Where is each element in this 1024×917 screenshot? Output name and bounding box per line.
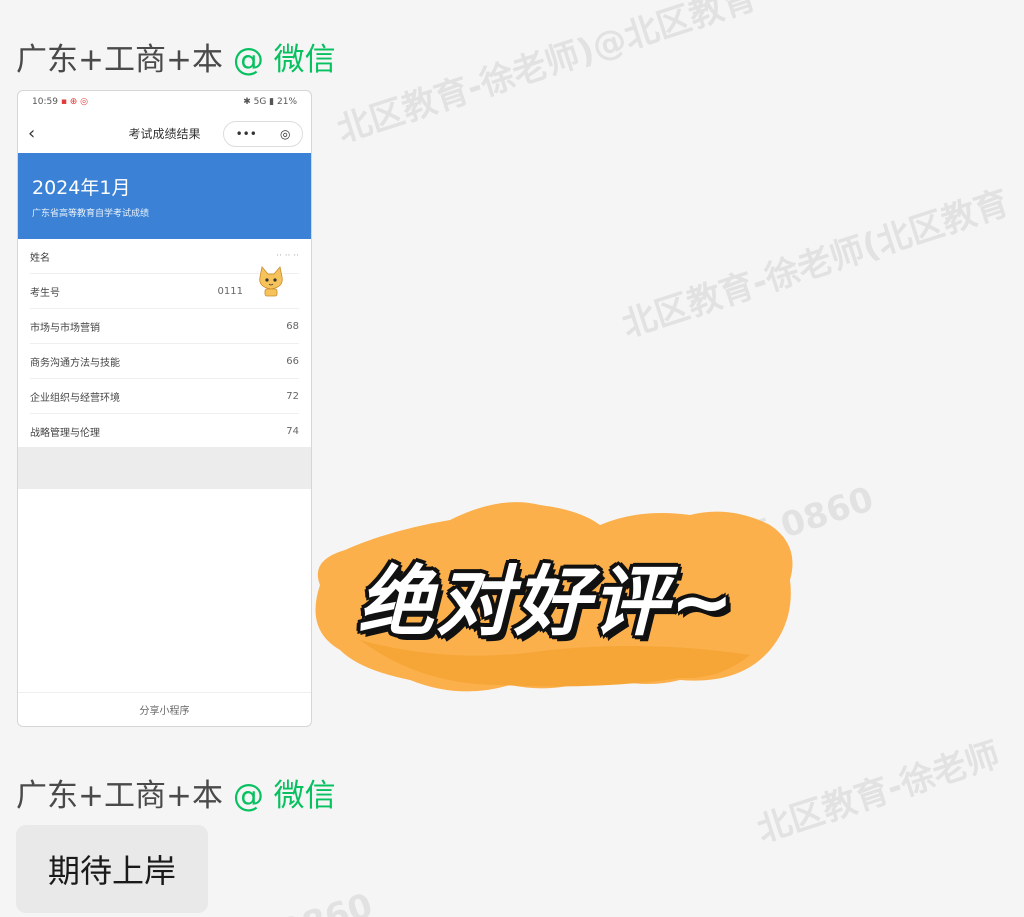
row-label: 市场与市场营销 [30, 322, 100, 334]
sender-name: 广东+工商+本 [16, 42, 223, 78]
row-value: 0111 [217, 285, 243, 297]
sticker-caption: 绝对好评~ [358, 557, 736, 646]
at-symbol: @ [232, 778, 264, 814]
share-mini-program-button: 分享小程序 [18, 692, 311, 726]
platform-label: 微信 [273, 778, 336, 814]
exam-banner: 2024年1月 广东省高等教育自学考试成绩 [18, 153, 311, 239]
row-value: ·· ·· ·· [276, 251, 299, 261]
row-label: 商务沟通方法与技能 [30, 357, 120, 369]
phone-nav-bar: ‹ 考试成绩结果 ••• ◎ [18, 113, 311, 153]
at-symbol: @ [232, 42, 264, 78]
row-label: 姓名 [30, 252, 50, 264]
row-value: 72 [286, 390, 299, 402]
close-circle-icon: ◎ [279, 127, 291, 141]
watermark: 北区教育-徐老师(北区教育 [617, 182, 1014, 346]
more-dots-icon: ••• [235, 127, 257, 141]
watermark: 北区教育-徐老师)@北区教育 [332, 0, 762, 151]
cat-mascot-icon [259, 266, 283, 297]
share-label: 分享小程序 [139, 706, 190, 717]
exam-date: 2024年1月 [32, 177, 131, 199]
message-sender-label: 广东+工商+本 @ 微信 [16, 34, 336, 79]
score-row: 市场与市场营销 68 [30, 309, 299, 344]
row-label: 企业组织与经营环境 [30, 392, 120, 404]
sender-name: 广东+工商+本 [16, 778, 223, 814]
phone-status-bar: 10:59 ▪ ⊕ ◎ ✱ 5G ▮ 21% [18, 91, 311, 113]
row-label: 考生号 [30, 287, 60, 299]
status-right: ✱ 5G ▮ 21% [243, 97, 297, 107]
row-value: 74 [286, 426, 299, 437]
gray-divider-band [18, 447, 311, 489]
score-row: 企业组织与经营环境 72 [30, 379, 299, 414]
exam-subtitle: 广东省高等教育自学考试成绩 [32, 209, 150, 219]
score-screenshot-image[interactable]: 10:59 ▪ ⊕ ◎ ✱ 5G ▮ 21% ‹ 考试成绩结果 ••• ◎ 20… [17, 90, 312, 727]
row-label: 战略管理与伦理 [30, 428, 100, 439]
watermark: 0860 [275, 886, 377, 917]
score-row: 战略管理与伦理 74 [30, 414, 299, 449]
watermark: 北区教育-徐老师 [752, 734, 1005, 851]
chat-message-bubble[interactable]: 期待上岸 [16, 825, 208, 913]
mini-program-capsule: ••• ◎ [223, 121, 303, 147]
score-row: 商务沟通方法与技能 66 [30, 344, 299, 379]
row-value: 66 [286, 355, 299, 367]
status-time: 10:59 [32, 97, 58, 107]
back-chevron-icon: ‹ [28, 122, 36, 144]
message-text: 期待上岸 [47, 852, 176, 890]
row-value: 68 [286, 320, 299, 332]
status-icons: ▪ ⊕ ◎ [60, 97, 89, 107]
platform-label: 微信 [273, 42, 336, 78]
message-sender-label: 广东+工商+本 @ 微信 [16, 770, 336, 815]
